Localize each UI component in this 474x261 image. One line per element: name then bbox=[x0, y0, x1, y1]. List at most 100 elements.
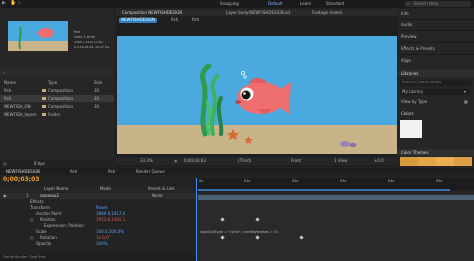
project-row-name: fish bbox=[4, 87, 12, 93]
label-color-swatch[interactable] bbox=[42, 105, 46, 108]
help-search-field[interactable]: ⌕ Search Help bbox=[405, 1, 471, 7]
layer-name[interactable]: rooneou2 bbox=[40, 194, 59, 198]
view-layout-dropdown[interactable]: 1 View bbox=[334, 159, 347, 163]
project-row[interactable]: NEWFISH_ON Composition 30 bbox=[0, 103, 114, 110]
current-time-indicator[interactable] bbox=[196, 178, 197, 261]
camera-dropdown[interactable]: Front bbox=[291, 159, 301, 163]
timeline-tracks[interactable] bbox=[196, 192, 474, 261]
library-select-value: My Library bbox=[402, 89, 424, 94]
zoom-tool-icon[interactable]: ⌕ bbox=[18, 1, 21, 6]
workspace-learn[interactable]: Learn bbox=[300, 2, 311, 6]
library-select[interactable]: My Library ▾ bbox=[400, 89, 470, 95]
viewer-controls: 33.3% 0;00;03;03 ◉ (Third) Front 1 View … bbox=[116, 157, 397, 165]
view-by-type[interactable]: View by Type bbox=[401, 100, 427, 104]
theme-swatch[interactable] bbox=[400, 157, 418, 166]
grid-view-icon[interactable]: ▦ bbox=[464, 100, 468, 104]
tab-fish-2[interactable]: fish bbox=[108, 169, 115, 174]
hand-tool-icon[interactable]: ✋ bbox=[10, 1, 16, 6]
ruler-mark: 04s bbox=[388, 179, 395, 183]
label-color-swatch[interactable] bbox=[42, 113, 46, 116]
label-color-swatch[interactable] bbox=[42, 89, 46, 92]
project-search[interactable]: ⌕ bbox=[0, 69, 114, 76]
footage-thumbnail bbox=[8, 21, 68, 51]
search-placeholder: Search Help bbox=[414, 1, 439, 6]
tab-layer[interactable]: Layer body(NEWFISHDESIGN.ai) bbox=[226, 10, 290, 15]
project-row[interactable]: fish Composition 30 bbox=[0, 95, 114, 102]
scale-value[interactable]: 100.0,100.0% bbox=[96, 230, 124, 234]
work-area-bar[interactable] bbox=[198, 189, 450, 191]
color-themes-header[interactable]: Color Themes bbox=[398, 149, 474, 156]
chevron-down-icon: ▾ bbox=[464, 89, 467, 94]
stopwatch-icon[interactable]: ◷ bbox=[30, 236, 34, 240]
tab-footage[interactable]: Footage (none) bbox=[312, 10, 342, 15]
panel-align[interactable]: Align bbox=[401, 59, 411, 63]
project-row-type: Composition bbox=[48, 103, 73, 109]
theme-swatch[interactable] bbox=[454, 157, 472, 166]
camera-icon[interactable]: ◉ bbox=[174, 158, 178, 163]
zoom-level[interactable]: 33.3% bbox=[140, 159, 153, 163]
ruler-mark: 05s bbox=[436, 179, 443, 183]
project-row[interactable]: fish Composition 30 bbox=[0, 87, 114, 94]
property-row[interactable]: Opacity 100% bbox=[0, 241, 196, 247]
selection-tool-icon[interactable]: ▶ bbox=[2, 1, 6, 6]
crumb-newfishdesign[interactable]: NEWFISHDESIGN bbox=[119, 18, 157, 23]
timeline-timecode[interactable]: 0;00;03;03 bbox=[3, 177, 39, 183]
tab-fish-1[interactable]: fish bbox=[70, 169, 77, 174]
panel-effects-presets[interactable]: Effects & Presets bbox=[401, 47, 435, 51]
composition-viewer: Composition NEWFISHDESIGN Layer body(NEW… bbox=[116, 9, 397, 167]
tab-newfishdesign[interactable]: NEWFISHDESIGN bbox=[6, 169, 40, 174]
eye-icon[interactable]: ◉ bbox=[3, 194, 7, 198]
rotation-value[interactable]: 1x-0.0° bbox=[96, 236, 111, 240]
composition-canvas[interactable] bbox=[117, 36, 397, 154]
project-row[interactable]: NEWFISH_layers Folder bbox=[0, 111, 114, 118]
expression-text[interactable]: loopOut(type = "cycle", numKeyframes = 0… bbox=[200, 230, 278, 235]
parent-dropdown[interactable]: None bbox=[152, 194, 162, 198]
col-mode[interactable]: Mode bbox=[100, 187, 111, 191]
panel-preview[interactable]: Preview bbox=[401, 35, 417, 39]
resolution-dropdown[interactable]: (Third) bbox=[238, 159, 251, 163]
tab-render-queue[interactable]: Render Queue bbox=[136, 169, 165, 174]
libraries-title: Libraries bbox=[401, 70, 419, 76]
opacity-value[interactable]: 100% bbox=[96, 242, 107, 246]
color-theme-swatches[interactable] bbox=[400, 157, 472, 166]
item-name: fish bbox=[74, 30, 81, 34]
theme-swatch[interactable] bbox=[418, 157, 436, 166]
bpc-label[interactable]: 8 bpc bbox=[34, 161, 45, 166]
stopwatch-icon[interactable]: ◷ bbox=[30, 218, 34, 222]
color-swatch[interactable] bbox=[400, 120, 422, 138]
trash-icon[interactable]: ▤ bbox=[3, 161, 7, 166]
colors-label[interactable]: Colors bbox=[401, 112, 414, 116]
libraries-header[interactable]: Libraries bbox=[398, 70, 474, 77]
col-parent[interactable]: Parent & Link bbox=[148, 187, 175, 191]
timeline-panel: NEWFISHDESIGN fish fish Render Queue 0;0… bbox=[0, 168, 474, 261]
theme-swatch[interactable] bbox=[436, 157, 454, 166]
col-name[interactable]: Name bbox=[4, 80, 16, 85]
panel-info[interactable]: Info bbox=[401, 12, 409, 16]
workspace-standard[interactable]: Standard bbox=[326, 2, 344, 6]
current-time[interactable]: 0;00;03;03 bbox=[184, 159, 206, 163]
library-search-input[interactable]: Search Current Library bbox=[400, 80, 472, 86]
transform-reset[interactable]: Reset bbox=[96, 206, 107, 210]
panel-audio[interactable]: Audio bbox=[401, 23, 412, 27]
project-row-fps: 30 bbox=[94, 87, 100, 93]
project-row-fps: 30 bbox=[94, 103, 100, 109]
project-row-name: NEWFISH_layers bbox=[4, 111, 37, 117]
crumb-fish-2[interactable]: fish bbox=[192, 18, 199, 22]
col-size[interactable]: Size bbox=[94, 80, 102, 85]
col-layer-name[interactable]: Layer Name bbox=[44, 187, 68, 191]
timeline-tabs: NEWFISHDESIGN fish fish Render Queue bbox=[0, 168, 474, 175]
snapping-label[interactable]: Snapping bbox=[220, 2, 239, 6]
workspace-default[interactable]: Default bbox=[268, 2, 283, 6]
layer-duration-bar[interactable] bbox=[198, 195, 474, 200]
label-color-swatch[interactable] bbox=[42, 97, 46, 100]
col-type[interactable]: Type bbox=[48, 80, 57, 85]
position-value[interactable]: 1953.6,1465.1 bbox=[96, 218, 125, 222]
exposure-value[interactable]: +0.0 bbox=[374, 159, 384, 163]
viewer-tabs: Composition NEWFISHDESIGN Layer body(NEW… bbox=[116, 9, 397, 16]
ruler-mark: 01s bbox=[244, 179, 251, 183]
tab-composition[interactable]: Composition NEWFISHDESIGN bbox=[122, 10, 182, 15]
render-time-label: Frame Render Time 5ms bbox=[3, 254, 46, 259]
anchor-point-value[interactable]: 1869.8,1417.0 bbox=[96, 212, 125, 216]
project-row-fps: 30 bbox=[94, 95, 100, 101]
crumb-fish-1[interactable]: fish bbox=[171, 18, 178, 22]
